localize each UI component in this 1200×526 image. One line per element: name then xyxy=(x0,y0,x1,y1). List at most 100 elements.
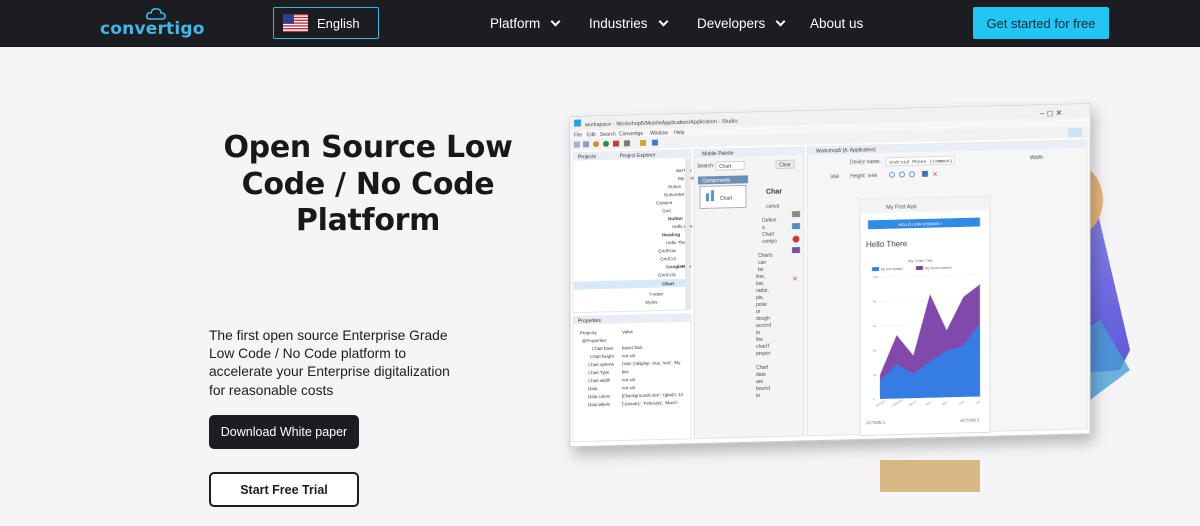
width-label: Width: xyxy=(1030,155,1044,161)
menu-developers-label: Developers xyxy=(697,16,766,31)
chart-title: My Chart Title xyxy=(908,258,933,264)
window-controls[interactable]: – ◻ ✕ xyxy=(1040,108,1062,118)
svg-text:✕: ✕ xyxy=(932,172,938,179)
doc-line: dough xyxy=(756,316,770,322)
prop-value[interactable]: not set xyxy=(622,377,636,382)
convertigo-logo[interactable]: convertigo xyxy=(100,8,205,39)
tree-item[interactable]: Footer xyxy=(650,291,664,296)
height-label: Height: xyxy=(850,173,866,179)
prop-header: Value xyxy=(622,329,633,334)
chart-icon xyxy=(706,193,709,202)
tree-item[interactable]: GridCol1 xyxy=(658,272,677,277)
tree-item[interactable]: Chart xyxy=(662,281,674,286)
prop-header: Property xyxy=(580,330,597,335)
prop-value[interactable]: line xyxy=(622,369,629,374)
y-tick-label: 20 xyxy=(873,373,877,377)
doc-line: compo xyxy=(762,239,777,245)
device-label: Device name: xyxy=(850,159,881,166)
prop-name[interactable]: Chart width xyxy=(588,378,611,384)
prop-name[interactable]: @Properties xyxy=(582,338,607,344)
menu-platform[interactable]: Platform xyxy=(490,0,561,47)
doc-line: can xyxy=(758,260,766,266)
prop-name[interactable]: Chart options xyxy=(588,362,615,368)
prop-name[interactable]: Chart base xyxy=(592,346,614,352)
y-tick-label: 80 xyxy=(873,300,877,304)
svg-text:✕: ✕ xyxy=(792,276,798,283)
menu-industries-label: Industries xyxy=(589,16,648,31)
phone-app-title: My First App xyxy=(886,204,917,211)
menubar-item[interactable]: Help xyxy=(674,130,685,136)
doc-line: line, xyxy=(756,274,765,280)
tree-item[interactable]: Content xyxy=(656,200,673,205)
doc-line: or xyxy=(756,309,761,315)
phone-action-1[interactable]: ACTION 1 xyxy=(866,420,886,425)
legend-label-2: My second dataset xyxy=(925,266,952,271)
cloud-icon xyxy=(146,8,166,20)
prop-name[interactable]: Chart Type xyxy=(588,370,610,376)
get-started-button[interactable]: Get started for free xyxy=(973,7,1109,39)
doc-line: chartT xyxy=(756,344,770,350)
menu-about-us[interactable]: About us xyxy=(810,0,863,47)
menubar-item[interactable]: File xyxy=(574,132,582,138)
width-value[interactable]: 360 xyxy=(830,174,839,180)
doc-line: polar xyxy=(756,302,767,308)
components-header[interactable]: Components xyxy=(702,178,731,185)
tree-item[interactable]: Button xyxy=(668,184,682,189)
prop-value[interactable]: not set xyxy=(622,353,636,358)
tree-item[interactable]: GridRow xyxy=(658,248,677,253)
menu-developers[interactable]: Developers xyxy=(697,0,786,47)
phone-heading: Hello There xyxy=(866,239,908,249)
hero-description: The first open source Enterprise Grade L… xyxy=(209,328,450,398)
menubar-item[interactable]: Search xyxy=(600,132,616,138)
tree-item[interactable]: Button xyxy=(668,216,683,221)
menubar-item[interactable]: Convertigo xyxy=(619,131,643,138)
doc-line: Charts xyxy=(758,253,773,259)
prop-name[interactable]: Chart height xyxy=(590,354,615,360)
doc-line: are xyxy=(756,379,763,385)
search-label: Search: xyxy=(697,163,714,169)
doc-line: to xyxy=(756,330,760,336)
chevron-down-icon xyxy=(550,16,561,26)
search-value: Chart xyxy=(719,164,732,170)
prop-value[interactable]: not set xyxy=(622,385,636,390)
tree-item[interactable]: ButtonSet xyxy=(664,192,685,198)
language-label: English xyxy=(317,15,360,31)
start-free-trial-button[interactable]: Start Free Trial xyxy=(209,472,359,507)
top-navbar: convertigo English Platform Industries D… xyxy=(0,0,1200,47)
prop-name[interactable]: Data colors xyxy=(588,394,611,400)
menu-industries[interactable]: Industries xyxy=(589,0,668,47)
doc-line: the xyxy=(756,337,763,343)
tree-item[interactable]: GridCol xyxy=(660,256,676,261)
menubar-item[interactable]: Window xyxy=(650,130,668,136)
doc-line: accord xyxy=(756,323,771,329)
tree-scrollbar[interactable] xyxy=(685,158,690,309)
projects-tab[interactable]: Projects xyxy=(578,154,597,160)
chart-component-label: Chart xyxy=(720,196,733,202)
tree-item[interactable]: Grid xyxy=(662,208,671,213)
prop-name[interactable]: Data xyxy=(588,386,598,391)
doc-line: be xyxy=(758,267,764,273)
tree-item[interactable]: Heading xyxy=(662,232,680,237)
phone-preview: My First App HELLO LOW CODENS ! Hello Th… xyxy=(859,195,991,437)
menu-platform-label: Platform xyxy=(490,16,541,31)
height-value[interactable]: 640 xyxy=(868,173,877,179)
studio-window: workspace - Workshop5/MobileApplication/… xyxy=(569,103,1091,448)
y-tick-label: 100 xyxy=(873,275,878,279)
menubar-item[interactable]: Edit xyxy=(587,132,596,138)
doc-line: pie, xyxy=(756,295,764,301)
logo-text: convertigo xyxy=(100,19,205,39)
doc-line: a xyxy=(762,225,765,231)
doc-line: bound xyxy=(756,386,770,392)
chevron-down-icon xyxy=(658,16,668,26)
prop-value[interactable]: baseChart xyxy=(622,345,643,351)
language-selector[interactable]: English xyxy=(273,7,379,39)
properties-tab[interactable]: Properties xyxy=(578,318,601,325)
phone-action-2[interactable]: ACTION 2 xyxy=(960,418,980,423)
doc-line: data xyxy=(756,372,766,378)
tree-item[interactable]: Styles xyxy=(645,300,658,305)
explorer-tab[interactable]: Project Explorer xyxy=(620,153,656,160)
doc-line: Chart xyxy=(762,232,775,238)
download-white-paper-button[interactable]: Download White paper xyxy=(209,415,359,449)
prop-name[interactable]: Data labels xyxy=(588,402,611,408)
palette-tab[interactable]: Mobile Palette xyxy=(702,151,734,158)
